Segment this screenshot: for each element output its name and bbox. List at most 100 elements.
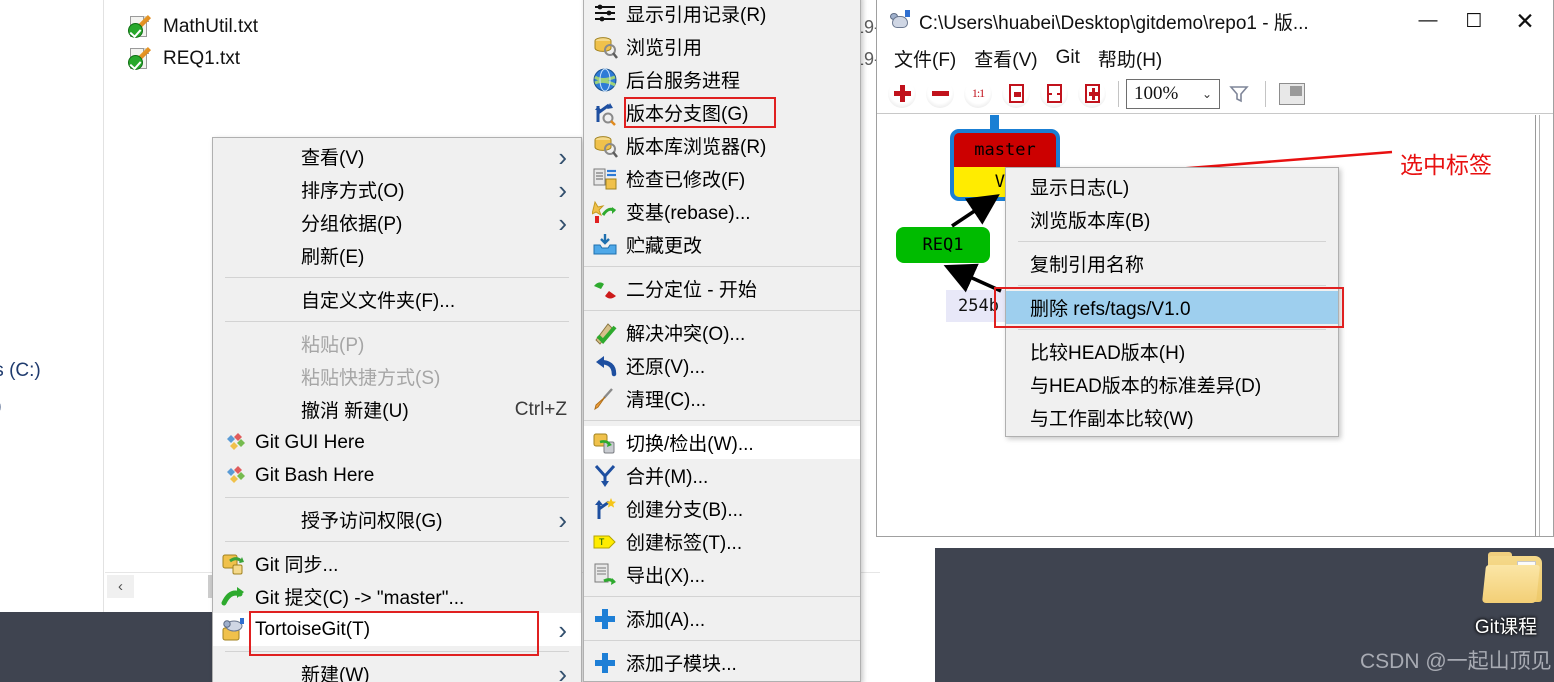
desktop-folder-label: Git课程 <box>1474 617 1538 638</box>
menubar-item-1[interactable]: 查看(V) <box>965 45 1046 72</box>
graph-node-master-label[interactable]: master <box>954 133 1056 167</box>
menu-item[interactable]: 版本分支图(G) <box>584 96 860 129</box>
menu-item[interactable]: T 创建标签(T)... <box>584 525 860 558</box>
close-button[interactable]: ✕ <box>1497 0 1553 42</box>
minimize-button[interactable]: — <box>1405 0 1451 42</box>
window-menubar[interactable]: 文件(F) 查看(V) Git 帮助(H) <box>877 42 1553 74</box>
menu-item[interactable]: 二分定位 - 开始 <box>584 272 860 305</box>
zoom-in-icon[interactable] <box>883 78 921 110</box>
menu-item-shortcut: Ctrl+Z <box>514 398 567 420</box>
menu-item[interactable]: 与HEAD版本的标准差异(D) <box>1006 368 1338 401</box>
nav-tree-item-3[interactable]: ows (C:) <box>0 360 41 382</box>
menu-item-label: 刷新(E) <box>301 247 365 268</box>
git-diamonds-icon <box>221 463 247 489</box>
nav-tree-item-4[interactable]: (D:) <box>0 396 2 418</box>
fit-window-icon[interactable] <box>1073 78 1111 110</box>
check-modifications-icon <box>592 166 618 192</box>
menu-item[interactable]: 新建(W) › <box>213 657 581 682</box>
menu-item[interactable]: 自定义文件夹(F)... <box>213 283 581 316</box>
menu-separator <box>225 277 569 278</box>
menu-item[interactable]: 后台服务进程 <box>584 63 860 96</box>
window-toolbar[interactable]: 1:1 100% ⌄ <box>877 74 1553 114</box>
menu-separator <box>1018 241 1326 242</box>
menu-item[interactable]: 分组依据(P) › <box>213 206 581 239</box>
menu-item[interactable]: Git 同步... <box>213 547 581 580</box>
menu-item[interactable]: 排序方式(O) › <box>213 173 581 206</box>
menu-item[interactable]: 添加(A)... <box>584 602 860 635</box>
menu-item-label: 导出(X)... <box>626 566 706 587</box>
menu-item-label: 新建(W) <box>301 665 370 682</box>
menu-item[interactable]: 显示日志(L) <box>1006 170 1338 203</box>
menu-item[interactable]: 导出(X)... <box>584 558 860 591</box>
window-title: C:\Users\huabei\Desktop\gitdemo\repo1 - … <box>919 12 1309 34</box>
menu-item-label: Git 提交(C) -> "master"... <box>255 588 465 609</box>
menubar-item-2[interactable]: Git <box>1047 47 1089 69</box>
menu-item[interactable]: Git Bash Here <box>213 459 581 492</box>
menu-separator <box>584 640 860 641</box>
scroll-left-icon[interactable]: ‹ <box>107 575 134 598</box>
csdn-watermark: CSDN @一起山顶见 <box>1360 650 1552 673</box>
menu-item[interactable]: Git GUI Here <box>213 426 581 459</box>
menu-separator <box>584 596 860 597</box>
menu-item[interactable]: 浏览引用 <box>584 30 860 63</box>
chevron-right-icon: › <box>558 658 567 682</box>
menu-item[interactable]: 合并(M)... <box>584 459 860 492</box>
filter-funnel-icon[interactable] <box>1220 78 1258 110</box>
window-titlebar[interactable]: C:\Users\huabei\Desktop\gitdemo\repo1 - … <box>877 0 1553 42</box>
tag-context-menu[interactable]: 显示日志(L) 浏览版本库(B) 复制引用名称删除 refs/tags/V1.0 比较… <box>994 167 1344 437</box>
menu-item[interactable]: 创建分支(B)... <box>584 492 860 525</box>
menu-item[interactable]: 变基(rebase)... <box>584 195 860 228</box>
menu-item[interactable]: 复制引用名称 <box>1006 247 1338 280</box>
toggle-panel-icon[interactable] <box>1273 78 1311 110</box>
tortoisegit-submenu[interactable]: 显示引用记录(R) 浏览引用 后台服务进程版本分支图(G) 版本库浏览器(R) 检查已修… <box>583 0 861 682</box>
menu-item[interactable]: 与工作副本比较(W) <box>1006 401 1338 434</box>
menu-item[interactable]: 检查已修改(F) <box>584 162 860 195</box>
menu-item-label: 显示日志(L) <box>1030 178 1130 199</box>
menu-item[interactable]: 授予访问权限(G) › <box>213 503 581 536</box>
rebase-icon <box>591 199 618 225</box>
menu-icon <box>221 177 247 203</box>
menu-item-label: 与工作副本比较(W) <box>1030 409 1194 430</box>
git-commit-arrow-icon <box>221 584 247 610</box>
menu-item-label: 版本分支图(G) <box>626 104 749 125</box>
fit-width-icon[interactable] <box>1035 78 1073 110</box>
desktop-background-bottom-left <box>0 612 212 682</box>
menu-item[interactable]: 贮藏更改 <box>584 228 860 261</box>
nav-tree-item-5[interactable]: (E:) <box>0 432 1 454</box>
menu-item[interactable]: 显示引用记录(R) <box>584 0 860 30</box>
menu-item[interactable]: 添加子模块... <box>584 646 860 679</box>
menu-item-label: Git Bash Here <box>255 464 375 486</box>
bisect-icon <box>592 276 618 302</box>
chevron-down-icon[interactable]: ⌄ <box>1202 87 1212 101</box>
menu-item[interactable]: 刷新(E) <box>213 239 581 272</box>
menu-item[interactable]: 比较HEAD版本(H) <box>1006 335 1338 368</box>
maximize-button[interactable]: ☐ <box>1451 0 1497 42</box>
git-sync-icon <box>221 551 247 577</box>
menu-item-label: 二分定位 - 开始 <box>626 280 757 301</box>
menu-item[interactable]: Git 提交(C) -> "master"... <box>213 580 581 613</box>
menubar-item-0[interactable]: 文件(F) <box>885 45 965 72</box>
menu-item[interactable]: 还原(V)... <box>584 349 860 382</box>
menu-item[interactable]: 删除 refs/tags/V1.0 <box>994 287 1344 328</box>
menu-separator <box>225 541 569 542</box>
menu-item-label: 授予访问权限(G) <box>301 511 443 532</box>
explorer-context-menu[interactable]: 查看(V) › 排序方式(O) › 分组依据(P) › 刷新(E) 自定义文件夹(F)... 粘… <box>212 137 582 682</box>
explorer-navigation-pane[interactable]: 盘象opows (C:)(D:)(E:) <box>0 0 104 612</box>
fit-height-icon[interactable] <box>997 78 1035 110</box>
desktop-folder-icon[interactable] <box>1482 552 1546 610</box>
menu-item[interactable]: 撤消 新建(U) Ctrl+Z <box>213 393 581 426</box>
file-name: MathUtil.txt <box>163 16 259 37</box>
menubar-item-3[interactable]: 帮助(H) <box>1089 45 1171 72</box>
merge-icon <box>592 463 618 489</box>
graph-node-req1[interactable]: REQ1 <box>896 227 990 263</box>
menu-item[interactable]: 浏览版本库(B) <box>1006 203 1338 236</box>
menu-item[interactable]: 切换/检出(W)... <box>584 426 860 459</box>
zoom-out-icon[interactable] <box>921 78 959 110</box>
menu-item[interactable]: TortoiseGit(T) › <box>213 611 581 656</box>
zoom-100-icon[interactable]: 1:1 <box>959 78 997 110</box>
menu-item[interactable]: 版本库浏览器(R) <box>584 129 860 162</box>
menu-item[interactable]: 解决冲突(O)... <box>584 316 860 349</box>
zoom-level-combobox[interactable]: 100% ⌄ <box>1126 78 1220 109</box>
menu-item[interactable]: 查看(V) › <box>213 140 581 173</box>
menu-item[interactable]: 清理(C)... <box>584 382 860 415</box>
